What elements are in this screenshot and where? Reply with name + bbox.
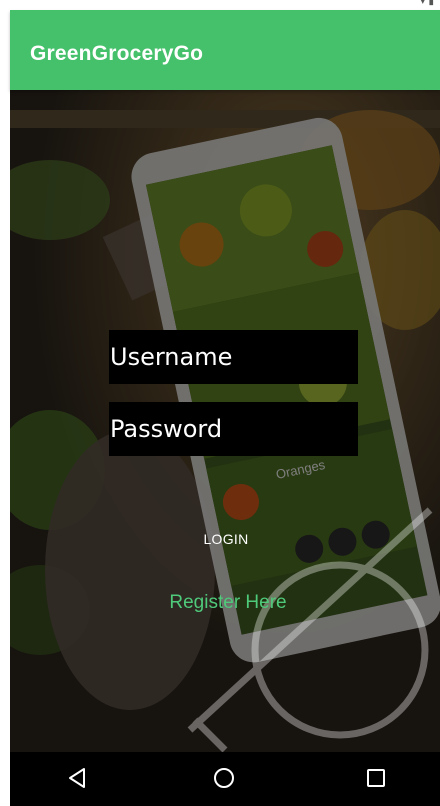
home-circle-icon[interactable]: [212, 766, 236, 790]
status-bar: ▾ ▮: [10, 0, 440, 10]
password-input[interactable]: [109, 402, 358, 456]
system-nav-bar: [10, 752, 440, 806]
register-link[interactable]: Register Here: [160, 592, 296, 614]
status-icons: ▾ ▮: [420, 0, 434, 7]
login-screen: Oranges LOGIN Register Here: [10, 90, 440, 752]
username-input[interactable]: [109, 330, 358, 384]
recents-square-icon[interactable]: [366, 768, 386, 788]
login-button[interactable]: LOGIN: [180, 522, 272, 556]
back-triangle-icon[interactable]: [66, 766, 88, 790]
app-bar: GreenGroceryGo: [10, 10, 440, 90]
app-title: GreenGroceryGo: [30, 42, 204, 65]
